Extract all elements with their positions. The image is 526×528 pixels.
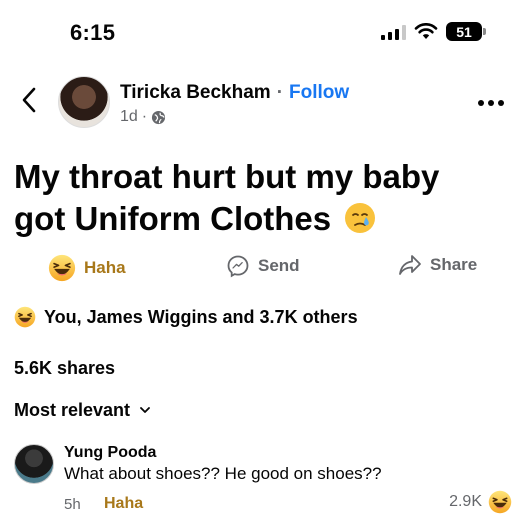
messenger-icon [227, 255, 249, 278]
haha-reaction-button[interactable]: Haha [48, 254, 126, 282]
post-age[interactable]: 1d [120, 108, 138, 126]
chevron-down-icon [140, 407, 150, 413]
haha-emoji-icon [14, 306, 36, 328]
comment-sort-dropdown[interactable]: Most relevant [14, 400, 150, 421]
reactions-summary[interactable]: You, James Wiggins and 3.7K others [14, 306, 358, 328]
haha-emoji-icon [48, 254, 76, 282]
share-label: Share [430, 255, 478, 274]
sort-label: Most relevant [14, 400, 131, 420]
reactions-text: You, James Wiggins and 3.7K others [44, 306, 358, 327]
status-icons: 51 [381, 22, 486, 41]
haha-label: Haha [84, 258, 126, 277]
comment-haha-button[interactable]: Haha [104, 495, 143, 513]
battery-icon: 51 [446, 22, 486, 41]
post-meta: 1d · [120, 108, 166, 126]
author-name[interactable]: Tiricka Beckham [120, 82, 271, 104]
comment-reaction-count-value: 2.9K [449, 493, 482, 510]
send-button[interactable]: Send [226, 254, 300, 278]
post-actions: Haha Send Share [0, 254, 526, 284]
meta-separator: · [141, 108, 148, 125]
name-separator: · [276, 82, 284, 103]
share-arrow-icon [399, 255, 421, 275]
author-avatar[interactable] [58, 76, 110, 128]
comment-time: 5h [64, 496, 81, 513]
wifi-icon [414, 22, 438, 39]
crying-face-icon [345, 203, 376, 233]
signal-icon [381, 24, 406, 40]
battery-level: 51 [456, 23, 472, 40]
shares-count[interactable]: 5.6K shares [14, 358, 115, 379]
send-label: Send [258, 256, 300, 275]
share-button[interactable]: Share [398, 254, 477, 276]
haha-emoji-icon [488, 490, 512, 514]
back-arrow-icon[interactable] [18, 86, 42, 114]
author-row: Tiricka Beckham · Follow [120, 82, 349, 104]
commenter-name[interactable]: Yung Pooda [64, 444, 156, 462]
post-text: My throat hurt but my baby got Uniform C… [14, 156, 494, 240]
commenter-avatar[interactable] [14, 444, 54, 484]
comment-reaction-count[interactable]: 2.9K [449, 490, 512, 514]
status-time: 6:15 [70, 20, 116, 45]
follow-button[interactable]: Follow [289, 82, 349, 104]
comment-text: What about shoes?? He good on shoes?? [64, 464, 382, 483]
more-options-icon[interactable] [478, 100, 504, 106]
globe-icon [152, 110, 166, 124]
